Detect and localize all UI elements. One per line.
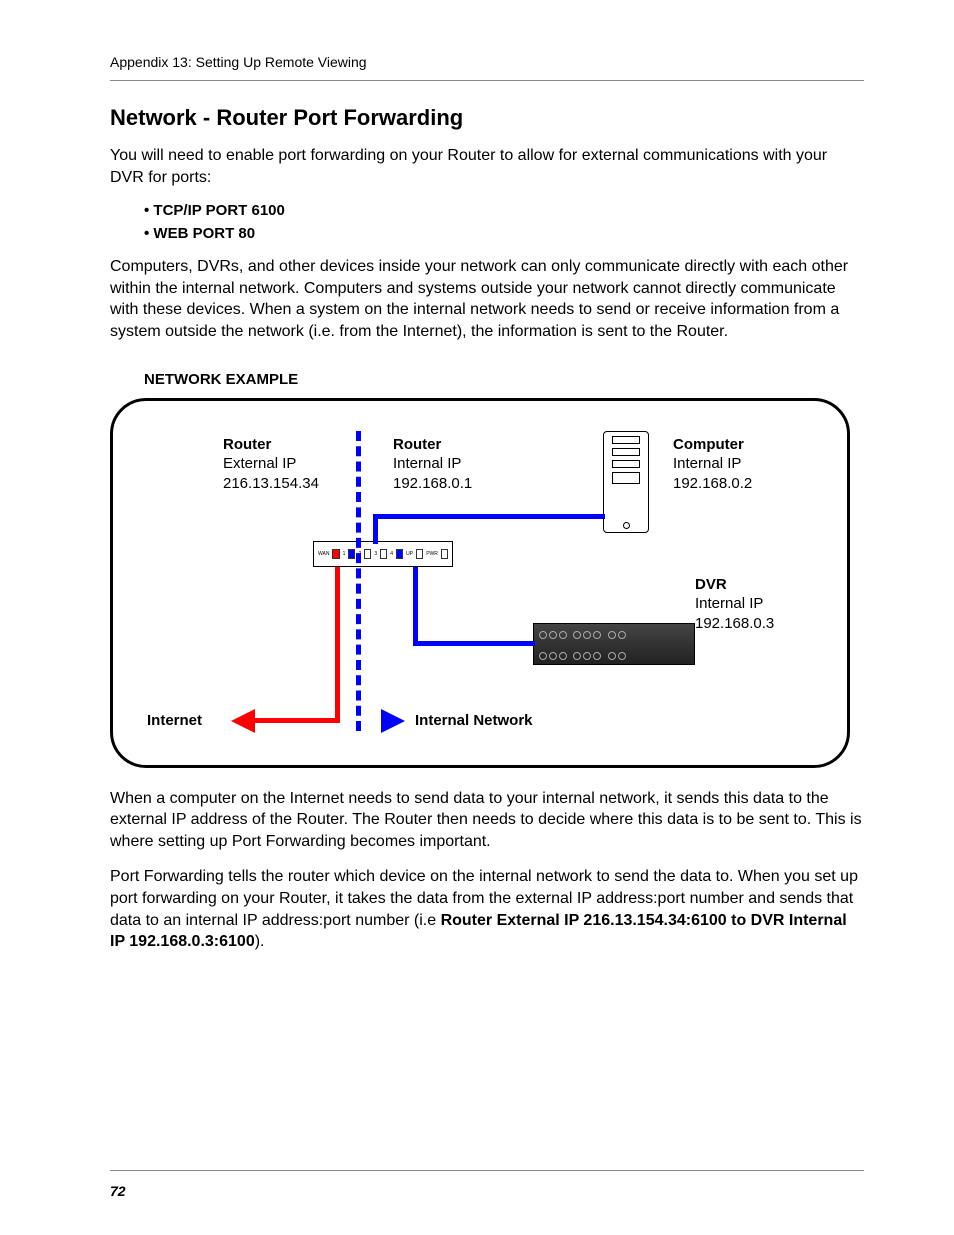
divider-dashed-line <box>356 431 361 731</box>
router-icon: WAN 1 2 3 4 UP PWR <box>313 541 453 567</box>
dvr-label: DVR Internal IP 192.168.0.3 <box>695 575 774 634</box>
footer-rule <box>110 1170 864 1171</box>
router-internal-title: Router <box>393 435 472 455</box>
computer-ip: 192.168.0.2 <box>673 474 752 494</box>
computer-label: Computer Internal IP 192.168.0.2 <box>673 435 752 494</box>
para3-text-b: ). <box>255 933 265 950</box>
blue-line-down <box>413 567 418 643</box>
blue-line-to-dvr <box>413 641 535 646</box>
body-paragraph-3: Port Forwarding tells the router which d… <box>110 866 864 952</box>
red-line-vertical <box>335 567 340 723</box>
blue-line-up1 <box>373 516 378 544</box>
dvr-sub: Internal IP <box>695 594 774 614</box>
intro-paragraph: You will need to enable port forwarding … <box>110 145 864 188</box>
router-internal-label: Router Internal IP 192.168.0.1 <box>393 435 472 494</box>
blue-arrow-icon <box>381 709 405 733</box>
section-title: Network - Router Port Forwarding <box>110 105 864 131</box>
red-arrow-icon <box>231 709 255 733</box>
page-header: Appendix 13: Setting Up Remote Viewing <box>110 54 864 70</box>
internal-network-label: Internal Network <box>415 711 533 731</box>
blue-line-to-computer <box>373 514 605 519</box>
dvr-ip: 192.168.0.3 <box>695 614 774 634</box>
router-external-label: Router External IP 216.13.154.34 <box>223 435 319 494</box>
dvr-title: DVR <box>695 575 774 595</box>
router-internal-ip: 192.168.0.1 <box>393 474 472 494</box>
dvr-icon <box>533 623 695 665</box>
network-diagram: Router External IP 216.13.154.34 Router … <box>110 398 850 768</box>
internet-label: Internet <box>147 711 202 731</box>
example-heading: NETWORK EXAMPLE <box>144 371 864 388</box>
router-external-title: Router <box>223 435 319 455</box>
computer-sub: Internal IP <box>673 454 752 474</box>
router-external-ip: 216.13.154.34 <box>223 474 319 494</box>
red-line-horizontal <box>253 718 340 723</box>
port-tcp: • TCP/IP PORT 6100 <box>144 202 864 219</box>
header-rule <box>110 80 864 81</box>
router-external-sub: External IP <box>223 454 319 474</box>
computer-title: Computer <box>673 435 752 455</box>
page-number: 72 <box>110 1183 126 1199</box>
computer-icon <box>603 431 649 533</box>
document-page: Appendix 13: Setting Up Remote Viewing N… <box>0 0 954 1235</box>
port-web: • WEB PORT 80 <box>144 225 864 242</box>
body-paragraph-1: Computers, DVRs, and other devices insid… <box>110 256 864 342</box>
body-paragraph-2: When a computer on the Internet needs to… <box>110 788 864 853</box>
router-internal-sub: Internal IP <box>393 454 472 474</box>
port-list: • TCP/IP PORT 6100 • WEB PORT 80 <box>144 202 864 242</box>
